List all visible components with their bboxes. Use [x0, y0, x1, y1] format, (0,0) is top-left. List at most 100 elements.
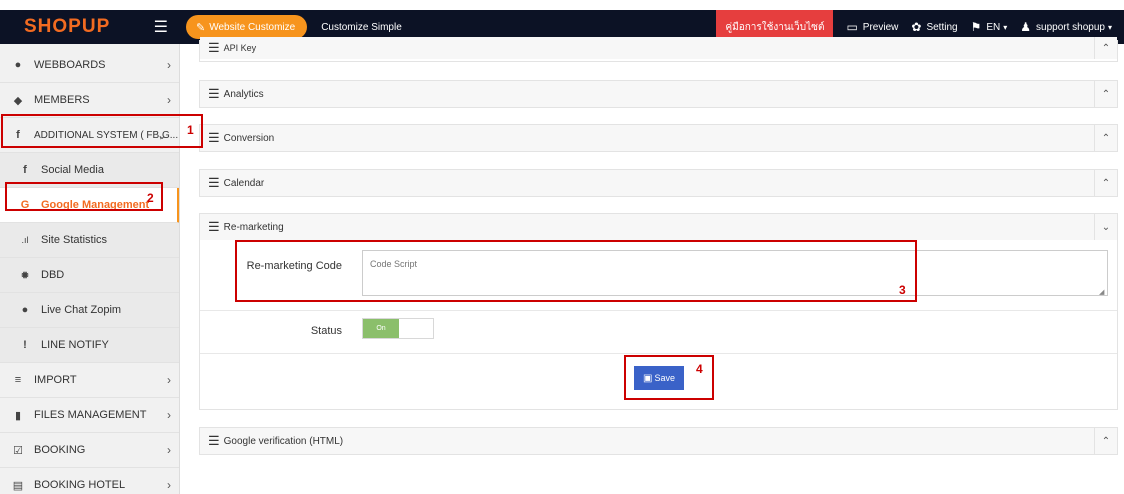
panel-header-remarketing[interactable]: ☰ Re-marketing ⌄: [200, 214, 1117, 240]
user-dropdown[interactable]: ♟ support shopup ▾: [1020, 20, 1112, 34]
hamburger-icon: ☰: [208, 219, 220, 234]
calendar-icon: ▤: [12, 479, 24, 492]
sidebar-item-members[interactable]: ◆ MEMBERS ›: [0, 83, 179, 118]
hamburger-icon: ☰: [208, 86, 220, 101]
checkbox-icon: ☑: [13, 444, 23, 457]
chevron-right-icon: ›: [167, 408, 171, 422]
sidebar-item-label: IMPORT: [34, 374, 77, 386]
panel-title: API Key: [223, 43, 257, 53]
chevron-right-icon: ›: [167, 478, 171, 492]
annotation-number-2: 2: [147, 191, 154, 205]
form-divider: [200, 310, 1117, 311]
sidebar-item-import[interactable]: ≡ IMPORT ›: [0, 363, 179, 398]
facebook-icon: f: [23, 164, 27, 176]
sidebar: ● WEBBOARDS › ◆ MEMBERS › f ADDITIONAL S…: [0, 44, 180, 494]
sidebar-item-line-notify[interactable]: ! LINE NOTIFY: [0, 328, 179, 363]
chevron-right-icon: ›: [167, 58, 171, 72]
gear-icon: ✿: [911, 20, 922, 34]
chevron-up-icon[interactable]: ⌃: [1094, 81, 1117, 107]
flag-icon: ⚑: [970, 20, 982, 34]
language-dropdown[interactable]: ⚑ EN ▾: [971, 20, 1008, 34]
panel-title: Re-marketing: [223, 221, 284, 233]
exclamation-icon: !: [23, 339, 27, 351]
user-label: support shopup: [1036, 21, 1105, 33]
panel-header-google-verification[interactable]: ☰ Google verification (HTML) ⌃: [200, 428, 1117, 454]
file-icon: ▮: [14, 409, 22, 422]
chevron-right-icon: ›: [167, 443, 171, 457]
sidebar-item-dbd[interactable]: ✹ DBD: [0, 258, 179, 293]
sidebar-item-label: FILES MANAGEMENT: [34, 409, 147, 421]
hamburger-icon: ☰: [208, 175, 220, 190]
language-label: EN: [986, 21, 1001, 33]
sidebar-item-label: LINE NOTIFY: [41, 339, 109, 351]
hamburger-icon: ☰: [208, 40, 220, 55]
chat-bubbles-icon: ●: [21, 304, 29, 316]
chevron-right-icon: ›: [167, 93, 171, 107]
annotation-number-3: 3: [899, 283, 906, 297]
sidebar-item-label: Live Chat Zopim: [41, 304, 122, 316]
panel-conversion: ☰ Conversion ⌃: [199, 124, 1118, 152]
chevron-up-icon[interactable]: ⌃: [1094, 170, 1117, 196]
preview-label: Preview: [862, 21, 899, 33]
starburst-icon: ✹: [20, 269, 30, 282]
panel-header-conversion[interactable]: ☰ Conversion ⌃: [200, 125, 1117, 151]
sidebar-item-booking-hotel[interactable]: ▤ BOOKING HOTEL ›: [0, 468, 179, 494]
annotation-box-2: [5, 182, 163, 211]
panel-title: Calendar: [223, 177, 265, 189]
sidebar-item-webboards[interactable]: ● WEBBOARDS ›: [0, 48, 179, 83]
hamburger-icon: ☰: [208, 433, 220, 448]
setting-label: Setting: [926, 21, 958, 33]
sidebar-resize-handle[interactable]: ⋮: [177, 336, 179, 345]
user-icon: ♟: [1020, 20, 1032, 34]
signal-bars-icon: .ıl: [21, 235, 29, 245]
panel-title: Conversion: [223, 132, 275, 144]
sidebar-item-label: Social Media: [41, 164, 104, 176]
panel-google-verification: ☰ Google verification (HTML) ⌃: [199, 427, 1118, 455]
chevron-right-icon: ›: [167, 373, 171, 387]
chevron-down-icon[interactable]: ⌄: [1094, 214, 1117, 240]
chevron-up-icon[interactable]: ⌃: [1094, 428, 1117, 454]
customize-simple-link[interactable]: Customize Simple: [321, 22, 402, 33]
panel-header-analytics[interactable]: ☰ Analytics ⌃: [200, 81, 1117, 107]
chevron-up-icon[interactable]: ⌃: [1094, 125, 1117, 151]
caret-down-icon: ▾: [1107, 22, 1112, 32]
setting-button[interactable]: ✿ Setting: [911, 20, 957, 34]
preview-button[interactable]: ▭ Preview: [846, 20, 898, 34]
sidebar-item-label: MEMBERS: [34, 94, 90, 106]
chat-bubbles-icon: ●: [14, 59, 22, 71]
caret-down-icon: ▾: [1003, 22, 1008, 32]
sidebar-item-label: DBD: [41, 269, 65, 281]
panel-calendar: ☰ Calendar ⌃: [199, 169, 1118, 197]
sidebar-item-site-statistics[interactable]: .ıl Site Statistics: [0, 223, 179, 258]
panel-header-api-key[interactable]: ☰ API Key ⌃: [200, 37, 1117, 59]
hamburger-menu-icon[interactable]: ☰: [154, 17, 168, 37]
status-label: Status: [310, 325, 342, 337]
chevron-up-icon[interactable]: ⌃: [1094, 37, 1117, 59]
sidebar-item-files-management[interactable]: ▮ FILES MANAGEMENT ›: [0, 398, 179, 433]
textarea-resize-handle[interactable]: ◢: [1099, 288, 1104, 296]
sidebar-item-booking[interactable]: ☑ BOOKING ›: [0, 433, 179, 468]
form-divider: [200, 353, 1117, 354]
magic-wand-icon: ✎: [196, 21, 206, 34]
logo-area: SHOPUP ☰: [0, 10, 180, 44]
hamburger-icon: ☰: [208, 130, 220, 145]
annotation-number-1: 1: [187, 123, 194, 137]
panel-header-calendar[interactable]: ☰ Calendar ⌃: [200, 170, 1117, 196]
users-icon: ◆: [13, 94, 23, 107]
sidebar-item-label: WEBBOARDS: [34, 59, 106, 71]
panel-title: Google verification (HTML): [223, 435, 344, 447]
panel-title: Analytics: [223, 88, 264, 100]
website-customize-button[interactable]: ✎ Website Customize: [186, 15, 308, 39]
list-icon: ≡: [14, 374, 22, 386]
sidebar-item-live-chat-zopim[interactable]: ● Live Chat Zopim: [0, 293, 179, 328]
status-toggle[interactable]: On: [362, 318, 434, 339]
monitor-icon: ▭: [846, 20, 858, 34]
panel-analytics: ☰ Analytics ⌃: [199, 80, 1118, 108]
annotation-number-4: 4: [696, 362, 703, 376]
website-customize-label: Website Customize: [209, 21, 296, 33]
panel-api-key: ☰ API Key ⌃: [199, 37, 1118, 62]
shopup-logo[interactable]: SHOPUP: [24, 16, 110, 38]
annotation-box-1: [1, 114, 203, 148]
annotation-box-3: [235, 240, 917, 302]
sidebar-item-label: BOOKING HOTEL: [34, 479, 126, 491]
